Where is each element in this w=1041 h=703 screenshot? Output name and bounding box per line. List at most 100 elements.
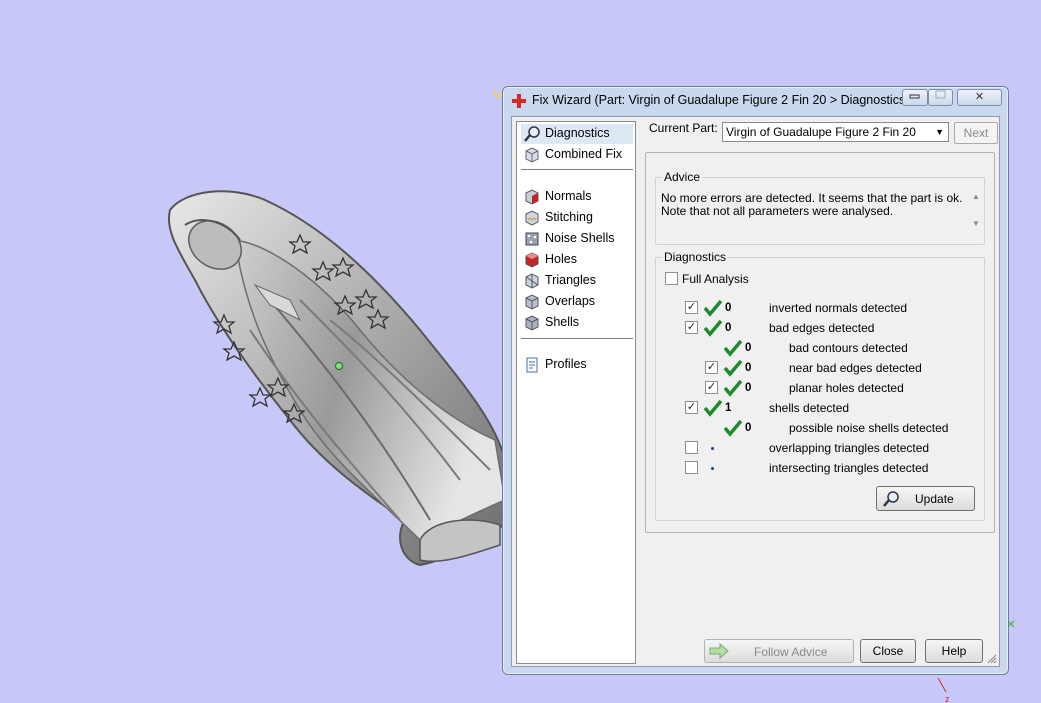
bad-contours-label: bad contours detected (789, 341, 908, 355)
advice-group-label: Advice (662, 170, 703, 184)
advice-line-2: Note that not all parameters were analys… (661, 204, 894, 218)
pending-dot-icon (711, 447, 714, 450)
intersecting-triangles-checkbox[interactable] (685, 461, 698, 474)
fix-wizard-dialog: Fix Wizard (Part: Virgin of Guadalupe Fi… (502, 86, 1009, 675)
help-button[interactable]: Help (925, 639, 983, 663)
shells-cube-icon (525, 315, 539, 331)
bad-edges-label: bad edges detected (769, 321, 875, 335)
inverted-normals-checkbox[interactable]: ✓ (685, 301, 698, 314)
title-bar[interactable]: Fix Wizard (Part: Virgin of Guadalupe Fi… (503, 87, 1008, 113)
nav-item-label: Combined Fix (545, 147, 623, 161)
advice-group: Advice No more errors are detected. It s… (655, 170, 985, 245)
nav-item-label: Diagnostics (545, 126, 610, 140)
full-analysis-checkbox[interactable] (665, 272, 678, 285)
maximize-button[interactable] (928, 89, 953, 106)
planar-holes-checkbox[interactable]: ✓ (705, 381, 718, 394)
update-label: Update (915, 492, 954, 506)
advice-scrollbar[interactable]: ▲ ▼ (968, 188, 984, 234)
near-bad-edges-count: 0 (745, 362, 752, 374)
check-icon (723, 339, 743, 357)
current-part-label: Current Part: (649, 121, 718, 135)
check-icon (723, 419, 743, 437)
intersecting-triangles-label: intersecting triangles detected (769, 461, 929, 475)
nav-item-label: Noise Shells (545, 231, 615, 245)
overlapping-triangles-label: overlapping triangles detected (769, 441, 930, 455)
document-icon (526, 357, 538, 373)
overlaps-cube-icon (525, 294, 539, 310)
inverted-normals-count: 0 (725, 302, 732, 314)
triangles-cube-icon (525, 273, 539, 289)
nav-item-label: Profiles (545, 357, 587, 371)
diagnostics-group-label: Diagnostics (662, 250, 729, 264)
planar-holes-count: 0 (745, 382, 752, 394)
shells-label: shells detected (769, 401, 850, 415)
red-cross-icon (512, 94, 526, 108)
nav-item-overlaps[interactable]: Overlaps (521, 292, 633, 312)
nav-item-label: Stitching (545, 210, 593, 224)
next-button[interactable]: Next (954, 122, 998, 144)
near-bad-edges-checkbox[interactable]: ✓ (705, 361, 718, 374)
noise-shells-label: possible noise shells detected (789, 421, 949, 435)
nav-item-diagnostics[interactable]: Diagnostics (521, 124, 633, 144)
bad-edges-checkbox[interactable]: ✓ (685, 321, 698, 334)
resize-grip-icon[interactable] (987, 654, 997, 664)
current-part-value: Virgin of Guadalupe Figure 2 Fin 20 (726, 125, 916, 139)
inverted-normals-label: inverted normals detected (769, 301, 908, 315)
update-button[interactable]: Update (876, 486, 975, 511)
nav-item-label: Overlaps (545, 294, 596, 308)
stitching-cube-icon (525, 210, 539, 226)
check-icon (723, 359, 743, 377)
nav-item-combined-fix[interactable]: Combined Fix (521, 145, 633, 165)
diagnostics-panel: Advice No more errors are detected. It s… (645, 152, 995, 533)
wizard-nav-list: Diagnostics Combined Fix Normals Stitchi… (516, 121, 636, 664)
bad-edges-count: 0 (725, 322, 732, 334)
near-bad-edges-label: near bad edges detected (789, 361, 922, 375)
noise-shells-count: 0 (745, 422, 752, 434)
full-analysis-label: Full Analysis (682, 272, 749, 286)
nav-item-label: Shells (545, 315, 580, 329)
minimize-button[interactable] (902, 89, 928, 106)
dialog-client-area: Diagnostics Combined Fix Normals Stitchi… (511, 116, 1000, 667)
close-button[interactable]: Close (860, 639, 916, 663)
scroll-up-icon[interactable]: ▲ (972, 190, 980, 203)
close-icon: ✕ (974, 91, 985, 103)
diagnostics-group: Diagnostics Full Analysis ✓ 0 inverted n… (655, 250, 985, 521)
planar-holes-label: planar holes detected (789, 381, 904, 395)
nav-item-noise-shells[interactable]: Noise Shells (521, 229, 633, 249)
magnifier-icon (883, 491, 899, 507)
magnifier-icon (524, 126, 540, 142)
check-icon (703, 299, 723, 317)
nav-item-label: Holes (545, 252, 577, 266)
nav-item-label: Triangles (545, 273, 596, 287)
nav-item-stitching[interactable]: Stitching (521, 208, 633, 228)
follow-advice-button[interactable]: Follow Advice (704, 639, 854, 663)
close-window-button[interactable]: ✕ (957, 89, 1002, 106)
shells-checkbox[interactable]: ✓ (685, 401, 698, 414)
advice-text: No more errors are detected. It seems th… (656, 188, 984, 238)
check-icon (703, 399, 723, 417)
nav-item-holes[interactable]: Holes (521, 250, 633, 270)
nav-item-profiles[interactable]: Profiles (521, 355, 633, 375)
chevron-down-icon: ▼ (935, 127, 944, 137)
nav-item-shells[interactable]: Shells (521, 313, 633, 333)
cube-icon (525, 147, 539, 163)
svg-text:z: z (945, 694, 950, 703)
pending-dot-icon (711, 467, 714, 470)
follow-advice-label: Follow Advice (754, 645, 828, 659)
overlapping-triangles-checkbox[interactable] (685, 441, 698, 454)
window-title: Fix Wizard (Part: Virgin of Guadalupe Fi… (532, 93, 906, 107)
scroll-down-icon[interactable]: ▼ (972, 217, 980, 230)
nav-separator (521, 169, 633, 170)
maximize-icon (935, 90, 945, 99)
nav-item-triangles[interactable]: Triangles (521, 271, 633, 291)
noise-shells-icon (525, 232, 539, 246)
normals-cube-icon (525, 189, 539, 205)
check-icon (723, 379, 743, 397)
current-part-dropdown[interactable]: Virgin of Guadalupe Figure 2 Fin 20 ▼ (722, 122, 949, 142)
minimize-icon (909, 94, 920, 99)
nav-separator (521, 338, 633, 339)
arrow-right-icon (709, 642, 729, 660)
nav-item-label: Normals (545, 189, 592, 203)
holes-cube-icon (525, 252, 539, 268)
nav-item-normals[interactable]: Normals (521, 187, 633, 207)
